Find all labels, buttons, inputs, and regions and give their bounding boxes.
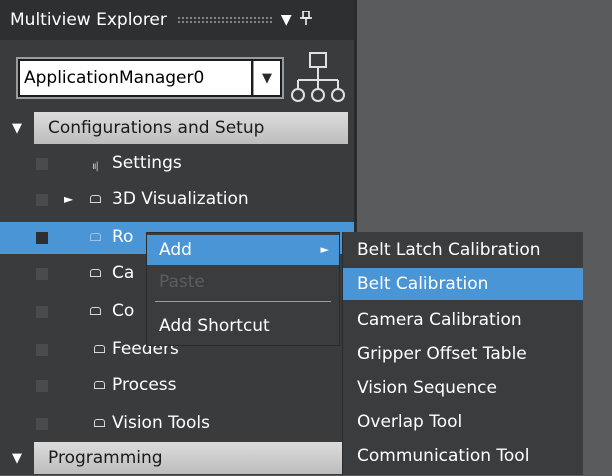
hierarchy-icon[interactable] <box>284 50 354 106</box>
submenu-item-belt-latch-calibration[interactable]: Belt Latch Calibration <box>343 234 583 266</box>
submenu-item-belt-calibration[interactable]: Belt Calibration <box>343 268 583 300</box>
drag-grip[interactable] <box>176 16 273 24</box>
status-square-icon <box>36 268 48 280</box>
folder-icon <box>94 419 105 427</box>
tree-item-process[interactable]: Process <box>0 370 354 402</box>
status-square-icon <box>36 194 48 206</box>
folder-icon <box>94 345 105 353</box>
submenu-item-camera-calibration[interactable]: Camera Calibration <box>343 304 583 336</box>
menu-item-add-shortcut[interactable]: Add Shortcut <box>147 311 339 341</box>
tree-item-label: Process <box>112 375 177 395</box>
tree-item-label: 3D Visualization <box>112 189 249 209</box>
folder-icon <box>90 269 101 277</box>
folder-icon <box>90 233 101 241</box>
status-square-icon <box>36 306 48 318</box>
folder-icon <box>90 195 101 203</box>
status-square-icon <box>36 418 48 430</box>
tree-group-configurations[interactable]: ▼ Configurations and Setup <box>0 110 354 146</box>
submenu-item-overlap-tool[interactable]: Overlap Tool <box>343 406 583 438</box>
menu-item-label: Add Shortcut <box>159 316 270 336</box>
tree-item-label: Ca <box>112 263 135 283</box>
expand-arrow-icon[interactable]: ▼ <box>12 451 22 466</box>
add-submenu: Belt Latch Calibration Belt Calibration … <box>342 232 583 475</box>
context-menu: Add ► Paste Add Shortcut <box>146 232 340 346</box>
status-square-icon <box>36 380 48 392</box>
folder-icon <box>94 381 105 389</box>
tree-item-label: Co <box>112 301 135 321</box>
menu-separator <box>155 301 331 302</box>
expand-arrow-icon[interactable]: ▼ <box>12 121 22 136</box>
panel-title: Multiview Explorer <box>10 10 167 30</box>
status-square-icon <box>36 232 48 244</box>
menu-item-label: Paste <box>159 272 205 292</box>
group-label: Programming <box>34 442 348 474</box>
tree-item-label: Vision Tools <box>112 413 211 433</box>
group-label: Configurations and Setup <box>34 112 348 144</box>
submenu-item-communication-tool[interactable]: Communication Tool <box>343 440 583 472</box>
expand-arrow-icon[interactable]: ► <box>64 192 73 206</box>
selector-value: ApplicationManager0 <box>20 61 251 95</box>
tree-item-3d-visualization[interactable]: ► 3D Visualization <box>0 184 354 216</box>
menu-item-paste[interactable]: Paste <box>147 267 339 297</box>
pin-icon[interactable] <box>299 10 312 29</box>
application-selector[interactable]: ApplicationManager0 ▼ <box>16 57 284 99</box>
submenu-arrow-icon: ► <box>320 243 329 256</box>
settings-icon: ıı| <box>92 161 99 172</box>
tree-item-settings[interactable]: ıı| Settings <box>0 148 354 180</box>
panel-titlebar: Multiview Explorer ▼ <box>0 0 354 40</box>
tree-item-vision-tools[interactable]: Vision Tools <box>0 408 354 440</box>
menu-item-label: Add <box>159 240 192 260</box>
tree-group-programming[interactable]: ▼ Programming <box>0 440 354 476</box>
folder-icon <box>90 307 101 315</box>
tree-item-label: Ro <box>112 227 134 247</box>
submenu-item-gripper-offset-table[interactable]: Gripper Offset Table <box>343 338 583 370</box>
chevron-down-icon[interactable]: ▼ <box>281 12 292 28</box>
menu-item-add[interactable]: Add ► <box>147 235 339 265</box>
status-square-icon <box>36 158 48 170</box>
submenu-item-vision-sequence[interactable]: Vision Sequence <box>343 372 583 404</box>
chevron-down-icon[interactable]: ▼ <box>253 61 280 95</box>
tree-item-label: Settings <box>112 153 182 173</box>
status-square-icon <box>36 344 48 356</box>
